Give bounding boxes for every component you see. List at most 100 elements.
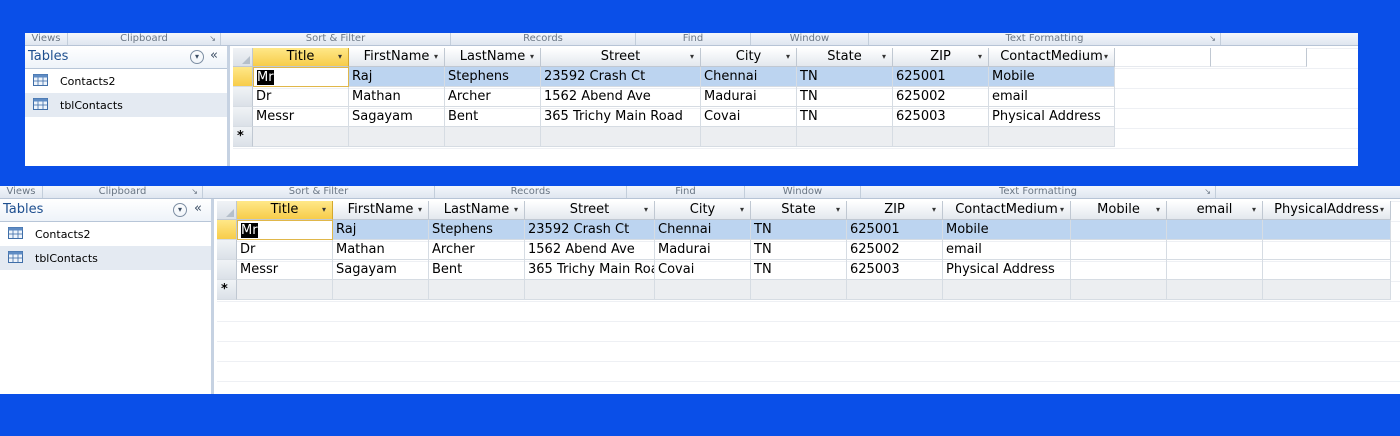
chevron-down-icon[interactable]: ▾ — [644, 201, 648, 219]
chevron-down-icon[interactable]: ▾ — [1060, 201, 1064, 219]
new-record-cell[interactable] — [989, 127, 1115, 147]
cell-zip[interactable]: 625002 — [847, 240, 943, 260]
cell-lastname[interactable]: Bent — [445, 107, 541, 127]
cell-street[interactable]: 365 Trichy Main Road — [541, 107, 701, 127]
cell-lastname[interactable]: Bent — [429, 260, 525, 280]
new-record-cell[interactable] — [655, 280, 751, 300]
chevron-down-icon[interactable]: ▾ — [322, 201, 326, 219]
chevron-down-icon[interactable]: ▾ — [978, 48, 982, 66]
new-record-cell[interactable] — [847, 280, 943, 300]
record-selector[interactable] — [233, 87, 253, 107]
chevron-down-icon[interactable]: ▾ — [932, 201, 936, 219]
cell-contactmedium[interactable]: Physical Address — [943, 260, 1071, 280]
nav-pane-title[interactable]: Tables — [3, 202, 43, 217]
cell-contactmedium[interactable]: Mobile — [943, 220, 1071, 240]
cell-lastname[interactable]: Archer — [445, 87, 541, 107]
cell-physicaladdress[interactable] — [1263, 240, 1391, 260]
new-record-cell[interactable] — [253, 127, 349, 147]
nav-item-tblcontacts[interactable]: tblContacts — [0, 246, 211, 270]
cell-email[interactable] — [1167, 220, 1263, 240]
cell-city[interactable]: Chennai — [701, 67, 797, 87]
chevron-down-icon[interactable]: ▾ — [740, 201, 744, 219]
column-header-state[interactable]: State ▾ — [751, 201, 847, 220]
record-selector[interactable] — [233, 107, 253, 127]
new-record-cell[interactable] — [541, 127, 701, 147]
cell-email[interactable] — [1167, 260, 1263, 280]
chevron-down-icon[interactable]: ▾ — [530, 48, 534, 66]
chevron-down-icon[interactable]: ▾ — [338, 48, 342, 66]
cell-street[interactable]: 23592 Crash Ct — [525, 220, 655, 240]
new-record-cell[interactable] — [237, 280, 333, 300]
column-header-street[interactable]: Street ▾ — [541, 48, 701, 67]
cell-state[interactable]: TN — [797, 107, 893, 127]
new-record-cell[interactable] — [445, 127, 541, 147]
chevron-down-icon[interactable]: ▾ — [690, 48, 694, 66]
dialog-launcher-icon[interactable]: ↘ — [209, 33, 216, 45]
chevron-down-icon[interactable]: ▾ — [1252, 201, 1256, 219]
column-header-title[interactable]: Title ▾ — [237, 201, 333, 220]
shutter-bar-collapse-icon[interactable]: « — [194, 201, 202, 216]
nav-pane-dropdown-icon[interactable]: ▾ — [190, 50, 204, 64]
cell-contactmedium[interactable]: email — [989, 87, 1115, 107]
record-selector[interactable] — [233, 67, 253, 87]
cell-mobile[interactable] — [1071, 240, 1167, 260]
new-record-cell[interactable] — [349, 127, 445, 147]
column-header-contactmedium[interactable]: ContactMedium ▾ — [943, 201, 1071, 220]
column-header-lastname[interactable]: LastName ▾ — [445, 48, 541, 67]
column-header-physicaladdress[interactable]: PhysicalAddress ▾ — [1263, 201, 1391, 220]
new-record-selector[interactable]: * — [233, 127, 253, 147]
cell-city[interactable]: Madurai — [655, 240, 751, 260]
nav-item-tblcontacts[interactable]: tblContacts — [25, 93, 227, 117]
cell-mobile[interactable] — [1071, 260, 1167, 280]
chevron-down-icon[interactable]: ▾ — [418, 201, 422, 219]
column-header-city[interactable]: City ▾ — [701, 48, 797, 67]
cell-contactmedium[interactable]: email — [943, 240, 1071, 260]
cell-mobile[interactable] — [1071, 220, 1167, 240]
chevron-down-icon[interactable]: ▾ — [1380, 201, 1384, 219]
cell-street[interactable]: 1562 Abend Ave — [525, 240, 655, 260]
cell-title[interactable]: Messr — [253, 107, 349, 127]
column-header-city[interactable]: City ▾ — [655, 201, 751, 220]
new-record-cell[interactable] — [797, 127, 893, 147]
column-header-firstname[interactable]: FirstName ▾ — [333, 201, 429, 220]
nav-pane-title[interactable]: Tables — [28, 49, 68, 64]
cell-zip[interactable]: 625003 — [893, 107, 989, 127]
select-all-corner[interactable] — [217, 201, 237, 220]
column-header-zip[interactable]: ZIP ▾ — [847, 201, 943, 220]
cell-email[interactable] — [1167, 240, 1263, 260]
cell-city[interactable]: Covai — [655, 260, 751, 280]
cell-city[interactable]: Covai — [701, 107, 797, 127]
cell-zip[interactable]: 625001 — [847, 220, 943, 240]
cell-zip[interactable]: 625001 — [893, 67, 989, 87]
dialog-launcher-icon[interactable]: ↘ — [1204, 186, 1211, 198]
chevron-down-icon[interactable]: ▾ — [514, 201, 518, 219]
cell-firstname[interactable]: Mathan — [333, 240, 429, 260]
cell-firstname[interactable]: Sagayam — [333, 260, 429, 280]
new-record-cell[interactable] — [525, 280, 655, 300]
new-record-selector[interactable]: * — [217, 280, 237, 300]
chevron-down-icon[interactable]: ▾ — [786, 48, 790, 66]
column-header-contactmedium[interactable]: ContactMedium ▾ — [989, 48, 1115, 67]
cell-title[interactable]: Dr — [253, 87, 349, 107]
nav-item-contacts2[interactable]: Contacts2 — [0, 222, 211, 246]
new-record-cell[interactable] — [1263, 280, 1391, 300]
cell-state[interactable]: TN — [751, 240, 847, 260]
cell-physicaladdress[interactable] — [1263, 260, 1391, 280]
new-record-cell[interactable] — [1167, 280, 1263, 300]
column-header-add-new[interactable] — [1211, 48, 1307, 67]
cell-contactmedium[interactable]: Physical Address — [989, 107, 1115, 127]
select-all-corner[interactable] — [233, 48, 253, 67]
new-record-cell[interactable] — [751, 280, 847, 300]
record-selector[interactable] — [217, 220, 237, 240]
cell-lastname[interactable]: Stephens — [429, 220, 525, 240]
cell-state[interactable]: TN — [797, 87, 893, 107]
record-selector[interactable] — [217, 260, 237, 280]
cell-title[interactable]: Messr — [237, 260, 333, 280]
new-record-cell[interactable] — [943, 280, 1071, 300]
record-selector[interactable] — [217, 240, 237, 260]
cell-physicaladdress[interactable] — [1263, 220, 1391, 240]
nav-pane-dropdown-icon[interactable]: ▾ — [173, 203, 187, 217]
column-header-add-new[interactable] — [1115, 48, 1211, 67]
chevron-down-icon[interactable]: ▾ — [434, 48, 438, 66]
new-record-cell[interactable] — [429, 280, 525, 300]
